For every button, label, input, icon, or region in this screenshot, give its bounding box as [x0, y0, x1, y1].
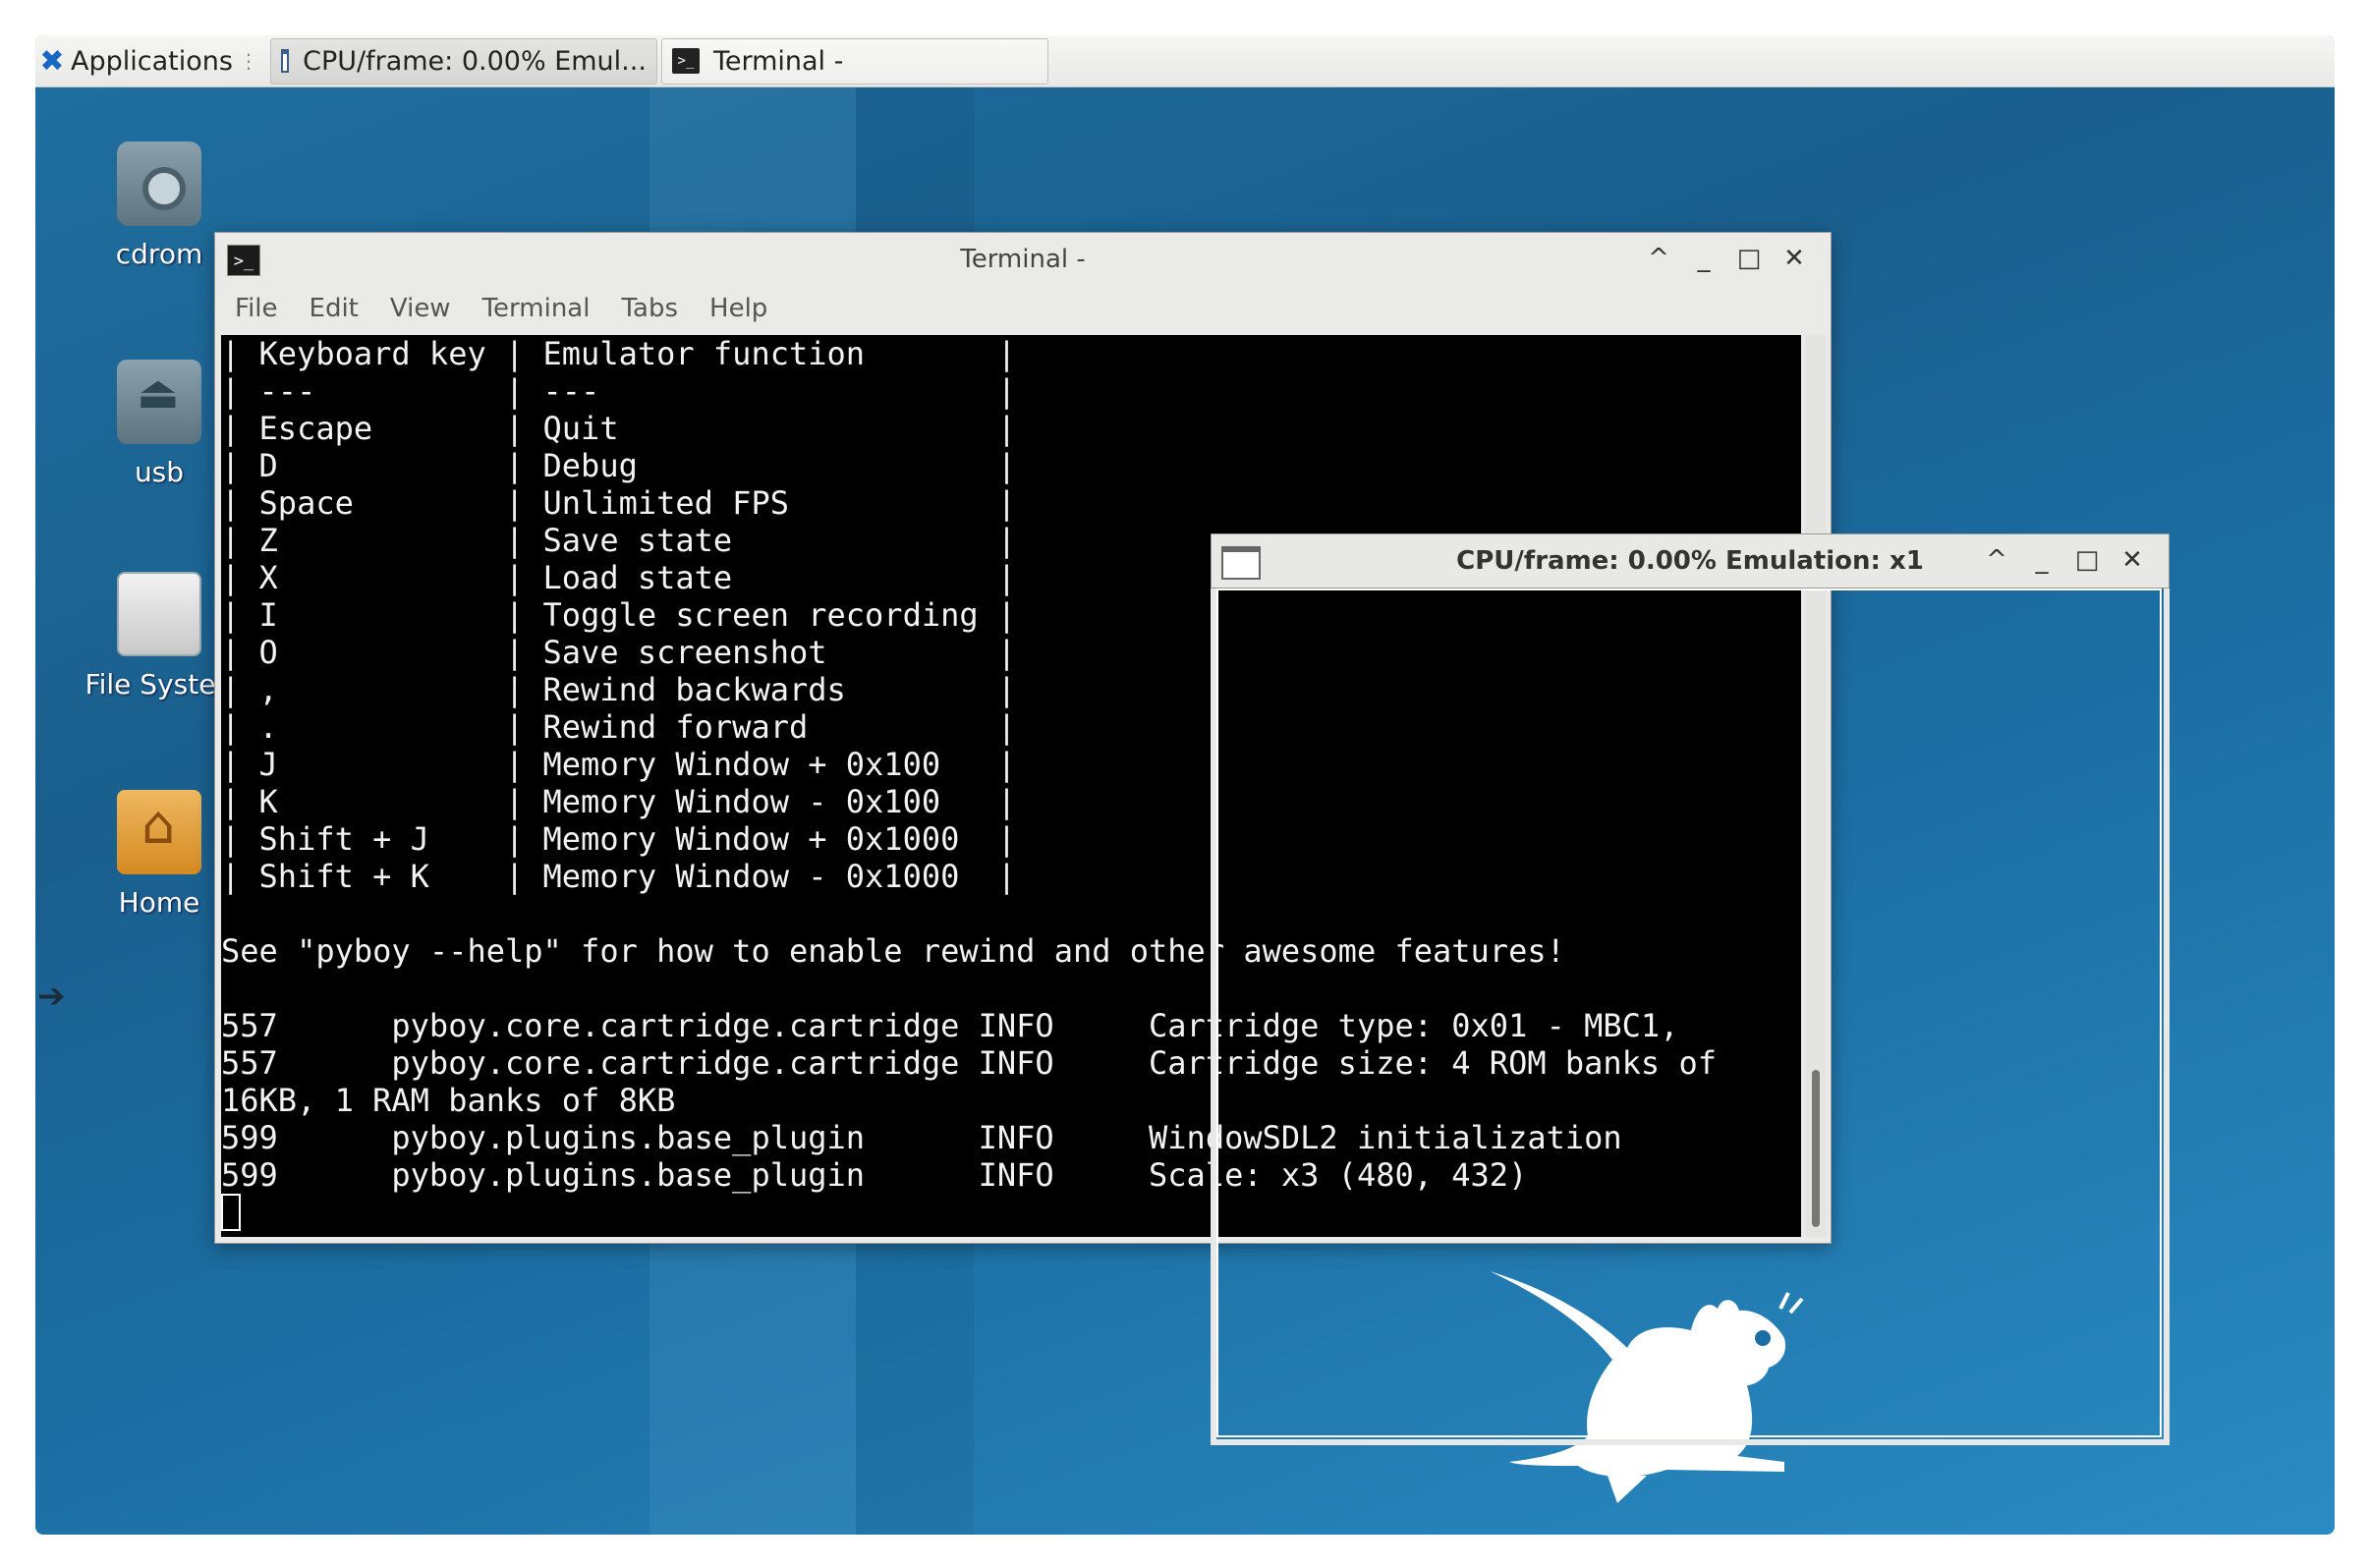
taskbar-button-label: Terminal - [712, 45, 844, 77]
terminal-line: | --- | --- | [221, 372, 1017, 410]
taskbar-button-label: CPU/frame: 0.00% Emul... [303, 45, 647, 77]
terminal-title: Terminal - [960, 245, 1086, 274]
maximize-button[interactable]: □ [2064, 542, 2110, 578]
panel-reveal-arrow-icon[interactable]: ➔ [37, 977, 66, 1016]
terminal-icon: >_ [671, 48, 700, 74]
minimize-button[interactable]: _ [1681, 241, 1726, 276]
menu-view[interactable]: View [390, 294, 451, 323]
xfce-logo-icon: ✖ [39, 43, 65, 79]
panel-separator-icon: ⋮ [238, 49, 258, 73]
emulator-titlebar[interactable]: CPU/frame: 0.00% Emulation: x1 ^ _ □ ✕ [1211, 533, 2170, 588]
emulator-window[interactable]: CPU/frame: 0.00% Emulation: x1 ^ _ □ ✕ [1211, 533, 2170, 1445]
menu-tabs[interactable]: Tabs [621, 294, 678, 323]
terminal-cursor [221, 1194, 241, 1231]
window-icon [280, 49, 290, 73]
terminal-line: | Space | Unlimited FPS | [221, 484, 1017, 522]
usb-drive-icon [117, 360, 201, 444]
taskbar-button-emulator[interactable]: CPU/frame: 0.00% Emul... [269, 37, 657, 84]
terminal-line: | Keyboard key | Emulator function | [221, 335, 1017, 372]
terminal-line: | D | Debug | [221, 447, 1017, 484]
menu-edit[interactable]: Edit [310, 294, 359, 323]
close-button[interactable]: ✕ [2110, 542, 2155, 578]
terminal-titlebar[interactable]: >_ Terminal - ^ _ □ ✕ [215, 233, 1831, 285]
menu-help[interactable]: Help [709, 294, 767, 323]
close-button[interactable]: ✕ [1772, 241, 1817, 276]
home-folder-icon [117, 790, 201, 874]
applications-menu-button[interactable]: ✖ Applications ⋮ [35, 35, 266, 87]
shade-button[interactable]: ^ [1974, 542, 2019, 578]
menu-terminal[interactable]: Terminal [482, 294, 591, 323]
terminal-line: | Escape | Quit | [221, 410, 1017, 447]
shade-button[interactable]: ^ [1636, 241, 1681, 276]
terminal-menubar: File Edit View Terminal Tabs Help [215, 285, 1831, 332]
desktop-icon-label: File Syste [85, 668, 216, 700]
taskbar-button-terminal[interactable]: >_ Terminal - [660, 37, 1048, 84]
hard-drive-icon [117, 572, 201, 656]
maximize-button[interactable]: □ [1726, 241, 1772, 276]
minimize-button[interactable]: _ [2019, 542, 2064, 578]
cdrom-icon [117, 141, 201, 226]
applications-label: Applications [71, 45, 233, 77]
top-panel: ✖ Applications ⋮ CPU/frame: 0.00% Emul..… [35, 35, 2335, 87]
desktop: ✖ Applications ⋮ CPU/frame: 0.00% Emul..… [35, 35, 2335, 1535]
menu-file[interactable]: File [235, 294, 278, 323]
